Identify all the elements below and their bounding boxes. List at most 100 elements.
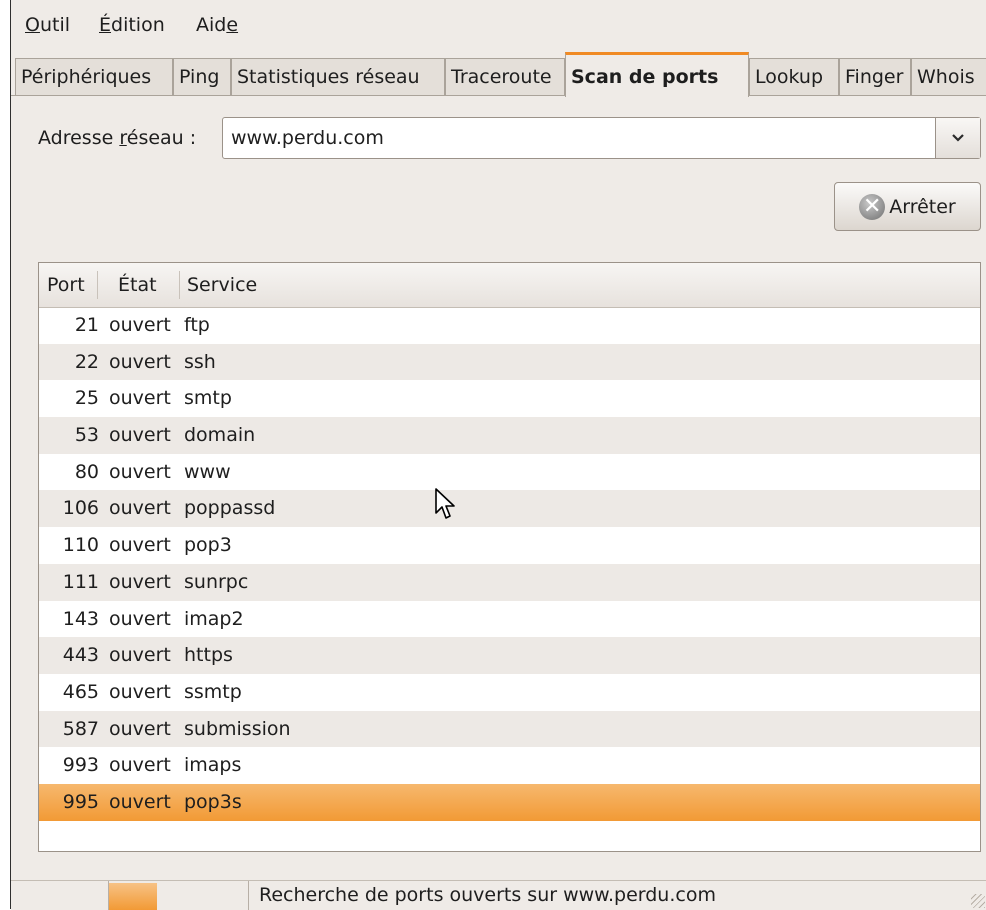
column-header-etat-label: État: [118, 274, 157, 296]
column-header-port[interactable]: Port: [47, 263, 85, 307]
table-row[interactable]: 110 ouvert pop3: [39, 527, 980, 564]
tab-ping[interactable]: Ping: [173, 58, 231, 95]
state-cell: ouvert: [109, 644, 171, 667]
menu-aide[interactable]: Aide: [196, 13, 238, 37]
service-cell: ssmtp: [184, 680, 242, 703]
service-cell: ftp: [184, 314, 210, 336]
tab-finger-label: Finger: [845, 66, 904, 88]
tab-peripheriques-label: Périphériques: [21, 66, 152, 88]
service-cell: smtp: [184, 387, 232, 410]
service-cell: imap2: [184, 607, 244, 630]
menu-outil-label: util: [39, 14, 71, 36]
tab-lookup-label: Lookup: [755, 66, 824, 88]
column-header-service-label: Service: [187, 274, 258, 296]
service-cell: https: [184, 644, 233, 667]
port-results-table[interactable]: Port État Service 21 ouvert ftp 22 ouvert ssh…: [38, 262, 981, 852]
menu-edition[interactable]: Édition: [99, 13, 165, 37]
table-row[interactable]: 993 ouvert imaps: [39, 747, 980, 784]
state-cell: ouvert: [109, 717, 171, 740]
state-cell: ouvert: [109, 754, 171, 777]
menu-edition-mnemonic: É: [99, 14, 112, 36]
table-row[interactable]: 22 ouvert ssh: [39, 343, 980, 381]
resize-grip-icon[interactable]: [971, 894, 985, 908]
service-cell: submission: [184, 717, 291, 740]
state-cell: ouvert: [109, 790, 171, 813]
state-cell: ouvert: [109, 424, 171, 447]
column-header-etat[interactable]: État: [118, 263, 157, 307]
tab-peripheriques[interactable]: Périphériques: [15, 58, 173, 95]
tab-bar: Périphériques Ping Statistiques réseau T…: [11, 52, 986, 97]
port-cell: 443: [62, 644, 99, 667]
service-cell: domain: [184, 424, 256, 447]
tab-statistiques-reseau[interactable]: Statistiques réseau: [231, 58, 445, 95]
column-divider[interactable]: [97, 271, 98, 299]
port-cell: 106: [62, 497, 99, 520]
menu-outil-mnemonic: O: [25, 14, 40, 36]
port-cell: 53: [74, 424, 99, 447]
progress-bar: [109, 881, 249, 910]
address-dropdown-button[interactable]: [935, 118, 980, 158]
table-row[interactable]: 443 ouvert https: [39, 637, 980, 674]
state-cell: ouvert: [109, 680, 171, 703]
statusbar: Recherche de ports ouverts sur www.perdu…: [11, 880, 986, 910]
menu-outil[interactable]: Outil: [25, 13, 70, 37]
address-combobox[interactable]: www.perdu.com: [222, 117, 981, 159]
progress-bar-fill: [109, 883, 157, 910]
address-label-post: éseau :: [126, 127, 197, 149]
tab-whois-label: Whois: [917, 66, 975, 88]
service-cell: www: [184, 460, 231, 483]
service-cell: poppassd: [184, 497, 276, 520]
tab-lookup[interactable]: Lookup: [749, 58, 839, 95]
tab-traceroute[interactable]: Traceroute: [445, 58, 565, 95]
service-cell: sunrpc: [184, 570, 249, 593]
column-divider[interactable]: [179, 271, 180, 299]
state-cell: ouvert: [109, 570, 171, 593]
address-label: Adresse réseau :: [38, 124, 196, 152]
port-cell: 465: [62, 680, 99, 703]
mouse-cursor-icon: [435, 488, 455, 519]
table-rows: 21 ouvert ftp 22 ouvert ssh 25 ouvert smtp 53 ouve…: [39, 307, 980, 821]
state-cell: ouvert: [109, 387, 171, 410]
tab-statistiques-label: Statistiques réseau: [237, 66, 420, 88]
state-cell: ouvert: [109, 497, 171, 520]
table-row[interactable]: 80 ouvert www: [39, 454, 980, 491]
table-row[interactable]: 25 ouvert smtp: [39, 380, 980, 417]
tab-whois[interactable]: Whois: [911, 58, 986, 95]
table-row[interactable]: 465 ouvert ssmtp: [39, 674, 980, 711]
table-row[interactable]: 53 ouvert domain: [39, 417, 980, 454]
stop-icon: ✕: [859, 193, 886, 220]
chevron-down-icon: [952, 134, 964, 142]
table-row[interactable]: 111 ouvert sunrpc: [39, 563, 980, 601]
stop-button[interactable]: ✕ Arrêter: [834, 182, 981, 231]
tab-ping-label: Ping: [179, 66, 220, 88]
status-text: Recherche de ports ouverts sur www.perdu…: [259, 884, 716, 906]
port-cell: 143: [62, 607, 99, 630]
column-header-service[interactable]: Service: [187, 263, 257, 307]
app-window: Outil Édition Aide Périphériques Ping St…: [10, 0, 986, 910]
state-cell: ouvert: [109, 607, 171, 630]
state-cell: ouvert: [109, 460, 171, 483]
service-cell: pop3s: [184, 790, 242, 813]
address-label-mnemonic: r: [119, 127, 127, 149]
port-cell: 587: [62, 717, 99, 740]
service-cell: ssh: [184, 350, 216, 373]
service-cell: pop3: [184, 534, 232, 557]
table-row[interactable]: 21 ouvert ftp: [39, 307, 980, 344]
port-cell: 993: [62, 754, 99, 777]
table-header: Port État Service: [39, 263, 980, 308]
port-cell: 111: [62, 570, 99, 593]
address-label-pre: Adresse: [38, 127, 120, 149]
tab-finger[interactable]: Finger: [839, 58, 911, 95]
port-cell: 995: [62, 790, 99, 813]
service-cell: imaps: [184, 754, 242, 777]
table-row[interactable]: 143 ouvert imap2: [39, 601, 980, 638]
menubar: Outil Édition Aide: [11, 0, 986, 44]
tab-scan-de-ports[interactable]: Scan de ports: [565, 52, 749, 97]
port-cell: 21: [74, 314, 99, 336]
port-cell: 110: [62, 534, 99, 557]
table-row[interactable]: 587 ouvert submission: [39, 710, 980, 748]
table-row[interactable]: 995 ouvert pop3s: [39, 783, 980, 821]
address-input[interactable]: www.perdu.com: [231, 125, 384, 151]
table-row[interactable]: 106 ouvert poppassd: [39, 490, 980, 528]
port-cell: 22: [74, 350, 99, 373]
